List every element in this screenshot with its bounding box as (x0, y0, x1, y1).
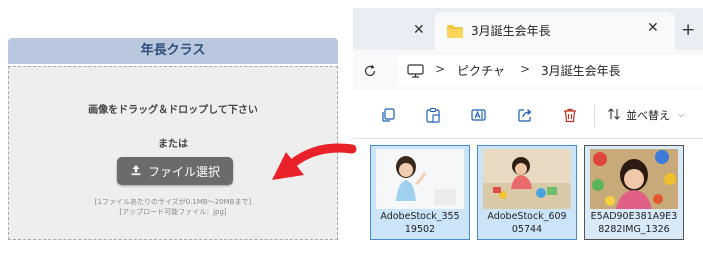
chevron-down-icon: ⌵ (678, 110, 685, 119)
rename-icon[interactable] (471, 107, 487, 123)
folder-icon (447, 23, 463, 38)
chevron-right-icon: > (520, 62, 531, 76)
paste-icon[interactable] (425, 107, 441, 123)
address-input[interactable]: > ピクチャ > 3月誕生会年長 (397, 55, 703, 85)
tab-previous[interactable]: ✕ (353, 12, 433, 50)
chevron-right-icon: > (435, 62, 446, 76)
address-bar: > ピクチャ > 3月誕生会年長 (353, 50, 703, 90)
tab-title: 3月誕生会年長 (471, 24, 551, 38)
thumbnail-image (590, 149, 678, 209)
file-select-button[interactable]: ファイル選択 (117, 157, 233, 185)
toolbar-divider-line (353, 138, 703, 139)
sort-icon (607, 107, 621, 124)
toolbar-divider (594, 105, 595, 127)
upload-icon (130, 164, 142, 179)
file-item[interactable]: E5AD90E381A9E3 8282IMG_1326 (584, 145, 684, 240)
delete-icon[interactable] (562, 107, 578, 123)
file-name: AdobeStock_355 19502 (380, 211, 460, 235)
close-icon[interactable]: ✕ (647, 20, 659, 36)
monitor-icon (407, 63, 424, 78)
screenshot-stage: 年長クラス 画像をドラッグ＆ドロップして下さい または ファイル選択 [1ファイ… (0, 0, 703, 254)
sort-button[interactable]: 並べ替え ⌵ (607, 106, 684, 124)
file-name: AdobeStock_609 05744 (487, 211, 567, 235)
tab-active[interactable]: 3月誕生会年長 ✕ (435, 12, 675, 50)
file-item[interactable]: AdobeStock_609 05744 (477, 145, 577, 240)
curved-arrow-icon (262, 140, 362, 200)
close-icon[interactable]: ✕ (413, 22, 425, 38)
copy-icon[interactable] (380, 107, 396, 123)
command-bar: 並べ替え ⌵ (353, 95, 703, 135)
file-name: E5AD90E381A9E3 8282IMG_1326 (590, 211, 678, 235)
thumbnail-image (483, 149, 571, 209)
drop-instruction: 画像をドラッグ＆ドロップして下さい (88, 105, 258, 116)
thumbnail-image (376, 149, 464, 209)
share-icon[interactable] (517, 107, 533, 123)
sort-label: 並べ替え (626, 109, 670, 122)
file-select-label: ファイル選択 (147, 164, 220, 179)
file-explorer-window: ✕ 3月誕生会年長 ✕ + > ピクチャ > 3月誕生会年長 並べ替え ⌵ Ad… (353, 0, 703, 254)
file-type-note: [アップロード可能ファイル：jpg] (119, 208, 227, 216)
breadcrumb-folder[interactable]: 3月誕生会年長 (541, 62, 621, 79)
class-title: 年長クラス (8, 38, 338, 64)
refresh-icon[interactable] (363, 63, 377, 77)
breadcrumb-pictures[interactable]: ピクチャ (457, 62, 505, 79)
file-item[interactable]: AdobeStock_355 19502 (370, 145, 470, 240)
plus-icon[interactable]: + (681, 20, 695, 40)
tab-bar: ✕ 3月誕生会年長 ✕ + (353, 8, 703, 50)
